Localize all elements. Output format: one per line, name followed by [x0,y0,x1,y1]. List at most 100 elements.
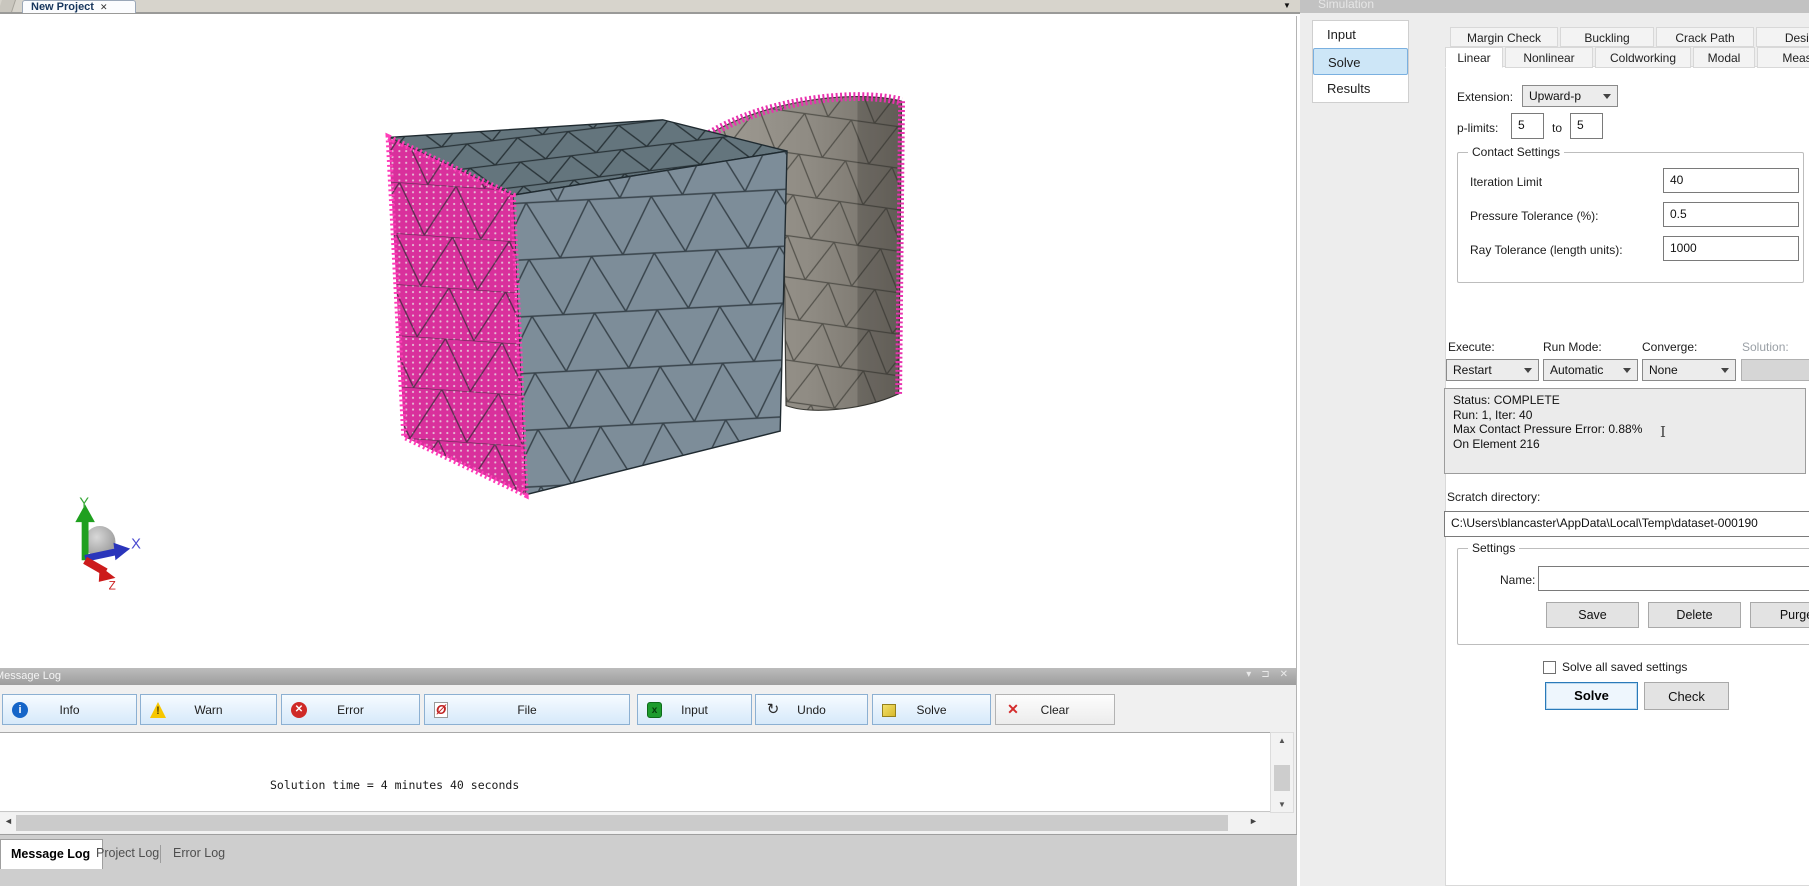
settings-group: Settings Name: Save Delete Purge [1457,548,1809,645]
contact-settings-group: Contact Settings Iteration Limit 40 Pres… [1457,152,1804,283]
scroll-up-icon[interactable]: ▲ [1271,736,1293,745]
log-horizontal-scrollbar[interactable]: ◄ ► [0,813,1270,833]
panel-close-icon[interactable]: ✕ [1280,669,1288,680]
extension-dropdown[interactable]: Upward-p [1522,85,1618,107]
document-tab-strip: New Project ✕ ▼ [0,0,1300,14]
undo-button[interactable]: ↻ Undo [755,694,868,725]
application-window: New Project ✕ ▼ [0,0,1809,886]
status-line: Run: 1, Iter: 40 [1453,408,1797,423]
message-log-panel: Message Log ▾ ⊐ ✕ i Info ! Warn ✕ Error … [0,668,1297,886]
cube-contact-face[interactable] [389,137,526,494]
tab-close-icon[interactable]: ✕ [100,1,108,13]
scroll-down-icon[interactable]: ▼ [1271,800,1293,809]
input-file-icon: x [647,702,662,718]
scroll-left-icon[interactable]: ◄ [4,816,13,826]
solution-label: Solution: [1742,340,1789,354]
button-label: Input [681,703,708,717]
save-settings-button[interactable]: Save [1546,602,1639,628]
nav-item-input[interactable]: Input [1313,21,1408,48]
coordinate-triad: Y X Z [75,495,141,592]
button-label: Undo [797,703,826,717]
tab-coldworking[interactable]: Coldworking [1595,47,1691,68]
scrollbar-thumb[interactable] [1274,765,1290,791]
info-filter-button[interactable]: i Info [2,694,137,725]
tab-error-log[interactable]: Error Log [163,839,237,869]
converge-dropdown[interactable]: None [1642,359,1736,381]
button-label: Clear [1041,703,1070,717]
solve-all-checkbox[interactable] [1543,661,1556,674]
scrollbar-thumb[interactable] [16,815,1228,831]
text-cursor-icon: I [1660,423,1666,441]
p-limits-label: p-limits: [1457,121,1498,135]
simulation-panel-titlebar[interactable]: Simulation [1300,0,1809,13]
button-label: Info [59,703,79,717]
settings-name-input[interactable] [1538,566,1809,591]
message-log-toolbar: i Info ! Warn ✕ Error Ø File x Input ↻ U… [0,685,1296,732]
tab-project-log[interactable]: Project Log [86,839,171,869]
z-axis-label: Z [109,580,116,593]
log-output[interactable]: Solution time = 4 minutes 40 seconds Num… [0,732,1270,812]
contact-settings-title: Contact Settings [1468,145,1564,159]
nav-item-results[interactable]: Results [1313,75,1408,102]
settings-title: Settings [1468,541,1519,555]
file-filter-button[interactable]: Ø File [424,694,630,725]
error-icon: ✕ [291,702,307,718]
cube-body-mesh[interactable] [389,120,787,495]
simulation-panel: Simulation Input Solve Results Margin Ch… [1300,0,1809,886]
run-mode-dropdown[interactable]: Automatic [1543,359,1638,381]
log-vertical-scrollbar[interactable]: ▲ ▼ [1270,732,1294,813]
status-line: Status: COMPLETE [1453,393,1797,408]
button-label: Solve [916,703,946,717]
tab-buckling[interactable]: Buckling [1560,27,1654,47]
solver-status-box[interactable]: Status: COMPLETE Run: 1, Iter: 40 Max Co… [1444,388,1806,474]
nav-item-solve[interactable]: Solve [1313,48,1408,75]
undo-icon: ↻ [765,702,781,718]
status-line: Max Contact Pressure Error: 0.88% [1453,422,1797,437]
scratch-directory-label: Scratch directory: [1447,490,1540,504]
model-viewport[interactable]: Y X Z [0,16,1297,668]
info-icon: i [12,702,28,718]
solve-log-button[interactable]: Solve [872,694,991,725]
input-filter-button[interactable]: x Input [637,694,752,725]
tab-design[interactable]: Design [1756,27,1809,47]
analysis-tab-row-2: Linear Nonlinear Coldworking Modal Meas [1445,47,1809,68]
purge-settings-button[interactable]: Purge [1750,602,1809,628]
tab-meas[interactable]: Meas [1757,47,1809,68]
ray-tolerance-field[interactable]: 1000 [1663,236,1799,261]
simulation-panel-title: Simulation [1318,0,1374,11]
tab-crack-path[interactable]: Crack Path [1656,27,1754,47]
clear-log-button[interactable]: ✕ Clear [995,694,1115,725]
check-button[interactable]: Check [1644,682,1729,710]
log-line: Solution time = 4 minutes 40 seconds [0,776,1270,796]
file-icon: Ø [434,702,448,718]
tab-overflow-icon[interactable]: ▼ [1283,1,1291,10]
tab-separator [160,845,161,863]
tab-linear[interactable]: Linear [1445,47,1503,68]
tab-margin-check[interactable]: Margin Check [1450,27,1558,47]
solve-button[interactable]: Solve [1545,682,1638,710]
button-label: Warn [194,703,222,717]
scroll-right-icon[interactable]: ► [1249,816,1258,826]
clear-icon: ✕ [1005,702,1021,718]
pressure-tolerance-field[interactable]: 0.5 [1663,202,1799,227]
panel-menu-icon[interactable]: ▾ [1246,669,1251,680]
error-filter-button[interactable]: ✕ Error [281,694,420,725]
button-label: Error [337,703,364,717]
tab-modal[interactable]: Modal [1693,47,1755,68]
pressure-tolerance-label: Pressure Tolerance (%): [1470,209,1599,223]
panel-pin-icon[interactable]: ⊐ [1261,669,1269,680]
tab-new-project[interactable]: New Project ✕ [22,0,136,13]
p-limit-from-field[interactable]: 5 [1511,113,1544,139]
tab-title: New Project [31,1,94,13]
execute-dropdown[interactable]: Restart [1446,359,1539,381]
delete-settings-button[interactable]: Delete [1648,602,1741,628]
warning-icon: ! [150,702,166,718]
iteration-limit-field[interactable]: 40 [1663,168,1799,193]
x-axis-label: X [131,537,141,553]
warn-filter-button[interactable]: ! Warn [140,694,277,725]
message-log-titlebar[interactable]: Message Log ▾ ⊐ ✕ [0,668,1296,685]
tab-nonlinear[interactable]: Nonlinear [1505,47,1593,68]
scratch-directory-field[interactable]: C:\Users\blancaster\AppData\Local\Temp\d… [1444,511,1809,537]
status-line: On Element 216 [1453,437,1797,452]
p-limit-to-field[interactable]: 5 [1570,113,1603,139]
